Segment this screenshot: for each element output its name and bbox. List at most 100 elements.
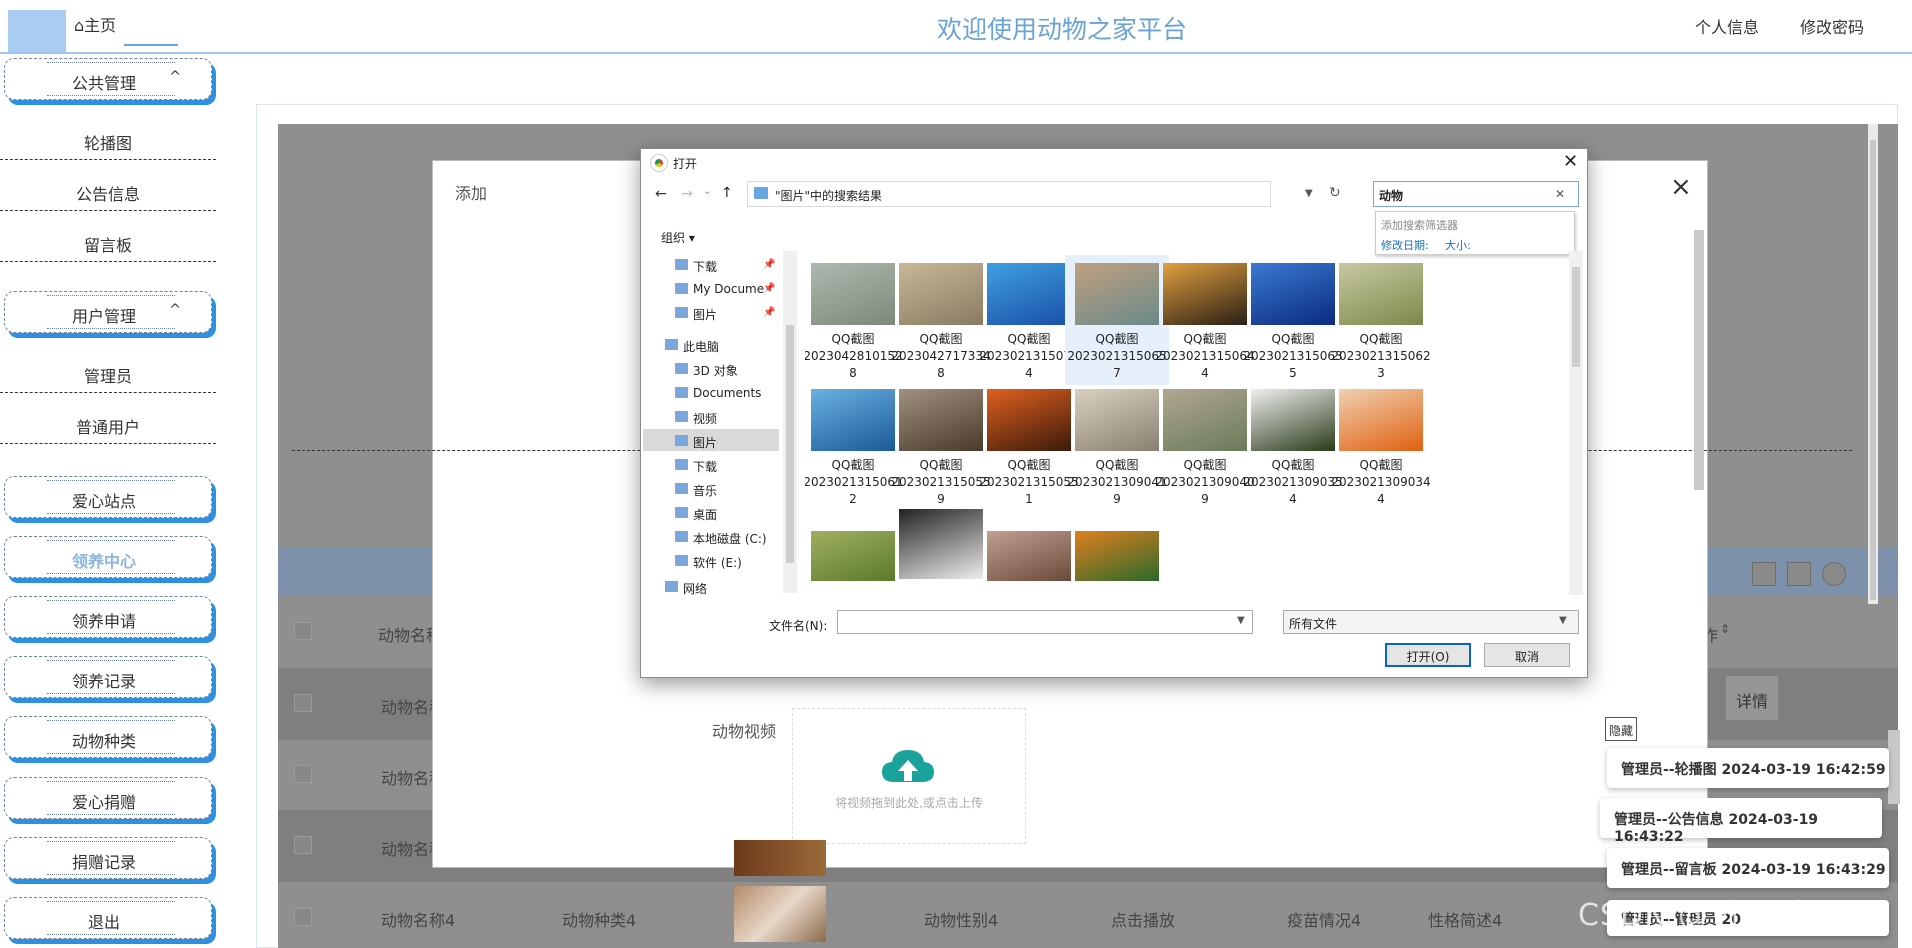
menu-animal-species[interactable]: 动物种类 (4, 716, 212, 758)
profile-link[interactable]: 个人信息 (1695, 14, 1759, 38)
scrollbar-thumb[interactable] (1870, 140, 1876, 600)
file-thumbnail[interactable] (1075, 531, 1159, 581)
menu-label: 领养中心 (71, 552, 136, 571)
export-icon[interactable] (1787, 562, 1811, 586)
refresh-icon[interactable]: ↻ (1329, 185, 1341, 201)
file-item[interactable]: QQ截图 2023021309034 4 (1329, 381, 1433, 511)
modal-scrollbar[interactable] (1694, 230, 1704, 490)
nav-pictures-pc[interactable]: 图片 (675, 434, 717, 451)
organize-menu[interactable]: 组织 ▾ (661, 229, 695, 246)
file-thumbnail (811, 389, 895, 451)
notification-item[interactable]: 管理员--轮播图 2024-03-19 16:42:59 (1607, 748, 1889, 788)
document-icon (675, 387, 688, 398)
nav-local-disk-c[interactable]: 本地磁盘 (C:) (675, 530, 767, 547)
menu-love-station[interactable]: 爱心站点 (4, 476, 212, 518)
dialog-title: 打开 (673, 157, 698, 171)
nav-3d-objects[interactable]: 3D 对象 (675, 362, 738, 379)
file-open-dialog: 打开 ✕ ← → ⌄ ↑ "图片"中的搜索结果 ▼ ↻ 动物 ✕ 添加搜索筛选器… (640, 148, 1588, 678)
search-value: 动物 (1379, 189, 1404, 203)
file-thumbnail[interactable] (899, 509, 983, 579)
cloud-upload-icon (880, 748, 936, 790)
filename-input[interactable] (837, 610, 1253, 634)
forward-arrow-icon[interactable]: → (681, 186, 693, 202)
music-icon (675, 483, 688, 494)
up-arrow-icon[interactable]: ↑ (721, 185, 733, 201)
drive-icon (675, 531, 688, 542)
file-item[interactable]: QQ截图 2023021315062 3 (1329, 255, 1433, 385)
detail-button[interactable]: 详情 (1726, 676, 1778, 720)
row-checkbox[interactable] (294, 908, 312, 926)
file-thumbnail[interactable] (987, 531, 1071, 581)
nav-network[interactable]: 网络 (665, 580, 707, 597)
menu-label: 捐赠记录 (71, 853, 136, 872)
nav-label: 下载 (693, 460, 718, 474)
submenu-normal-user[interactable]: 普通用户 (0, 400, 216, 444)
nav-pictures[interactable]: 图片 (675, 306, 717, 323)
menu-adoption-center[interactable]: 领养中心 (4, 536, 212, 578)
menu-logout[interactable]: 退出 (4, 897, 212, 939)
nav-music[interactable]: 音乐 (675, 482, 717, 499)
change-password-link[interactable]: 修改密码 (1800, 14, 1864, 38)
nav-downloads-pc[interactable]: 下载 (675, 458, 718, 475)
search-input[interactable] (1373, 181, 1579, 207)
menu-love-donation[interactable]: 爱心捐赠 (4, 777, 212, 819)
menu-adoption-apply[interactable]: 领养申请 (4, 596, 212, 638)
nav-scrollbar-thumb[interactable] (786, 325, 794, 563)
select-all-checkbox[interactable] (294, 622, 312, 640)
nav-software-e[interactable]: 软件 (E:) (675, 554, 742, 571)
sort-icon[interactable]: ⇕ (1720, 622, 1730, 636)
play-video-link[interactable]: 点击播放 (1111, 907, 1175, 931)
menu-donation-record[interactable]: 捐赠记录 (4, 837, 212, 879)
file-grid-scrollbar-thumb[interactable] (1572, 267, 1580, 367)
computer-icon (665, 339, 678, 350)
nav-downloads[interactable]: 下载 (675, 258, 718, 275)
history-dropdown-icon[interactable]: ⌄ (703, 186, 711, 197)
nav-label: 下载 (693, 260, 718, 274)
chevron-down-icon[interactable]: ▼ (1559, 615, 1567, 626)
nav-videos[interactable]: 视频 (675, 410, 718, 427)
logo-tile (8, 10, 66, 52)
grid-view-icon[interactable] (1752, 562, 1776, 586)
menu-user-management[interactable]: 用户管理 ^ (4, 291, 212, 333)
back-arrow-icon[interactable]: ← (655, 186, 667, 202)
submenu-admin[interactable]: 管理员 (0, 349, 216, 393)
download-icon (675, 459, 688, 470)
cancel-button[interactable]: 取消 (1484, 643, 1570, 667)
chevron-down-icon[interactable]: ▼ (1237, 615, 1245, 626)
row-checkbox[interactable] (294, 836, 312, 854)
page-scrollbar[interactable] (1888, 730, 1900, 804)
nav-this-pc[interactable]: 此电脑 (665, 338, 719, 355)
clear-search-icon[interactable]: ✕ (1555, 187, 1565, 201)
file-name-line: QQ截图 (1359, 458, 1403, 472)
nav-my-documents[interactable]: My Docume (675, 282, 764, 296)
open-button[interactable]: 打开(O) (1385, 643, 1471, 667)
submenu-notice[interactable]: 公告信息 (0, 167, 216, 211)
notification-item[interactable]: 管理员--公告信息 2024-03-19 16:43:22 (1600, 798, 1882, 845)
chevron-down-icon[interactable]: ▼ (1305, 188, 1313, 199)
hide-notifications-button[interactable]: 隐藏 (1605, 717, 1637, 741)
file-thumbnail[interactable] (811, 531, 895, 581)
modal-title: 添加 (455, 184, 488, 203)
row-checkbox[interactable] (294, 694, 312, 712)
filename-label: 文件名(N): (769, 619, 828, 633)
print-icon[interactable] (1822, 562, 1846, 586)
menu-label: 爱心捐赠 (71, 793, 136, 812)
upload-hint: 将视频拖到此处,或点击上传 (835, 796, 983, 810)
row-checkbox[interactable] (294, 765, 312, 783)
nav-desktop[interactable]: 桌面 (675, 506, 717, 523)
submenu-carousel[interactable]: 轮播图 (0, 116, 216, 160)
submenu-message-board[interactable]: 留言板 (0, 218, 216, 262)
close-icon[interactable]: ✕ (1563, 151, 1578, 172)
nav-label: 视频 (693, 412, 718, 426)
nav-label: 本地磁盘 (C:) (693, 532, 767, 546)
close-icon[interactable]: × (1670, 172, 1692, 202)
menu-label: 退出 (87, 913, 120, 932)
menu-adoption-record[interactable]: 领养记录 (4, 656, 212, 698)
filter-title: 添加搜索筛选器 (1381, 219, 1458, 232)
nav-documents[interactable]: Documents (675, 386, 761, 400)
picture-icon (675, 307, 688, 318)
pin-icon: 📌 (763, 307, 776, 318)
notification-item[interactable]: 管理员--留言板 2024-03-19 16:43:29 (1607, 848, 1889, 888)
home-tab[interactable]: ⌂主页 (74, 12, 116, 36)
menu-public-management[interactable]: 公共管理 ^ (4, 58, 212, 100)
